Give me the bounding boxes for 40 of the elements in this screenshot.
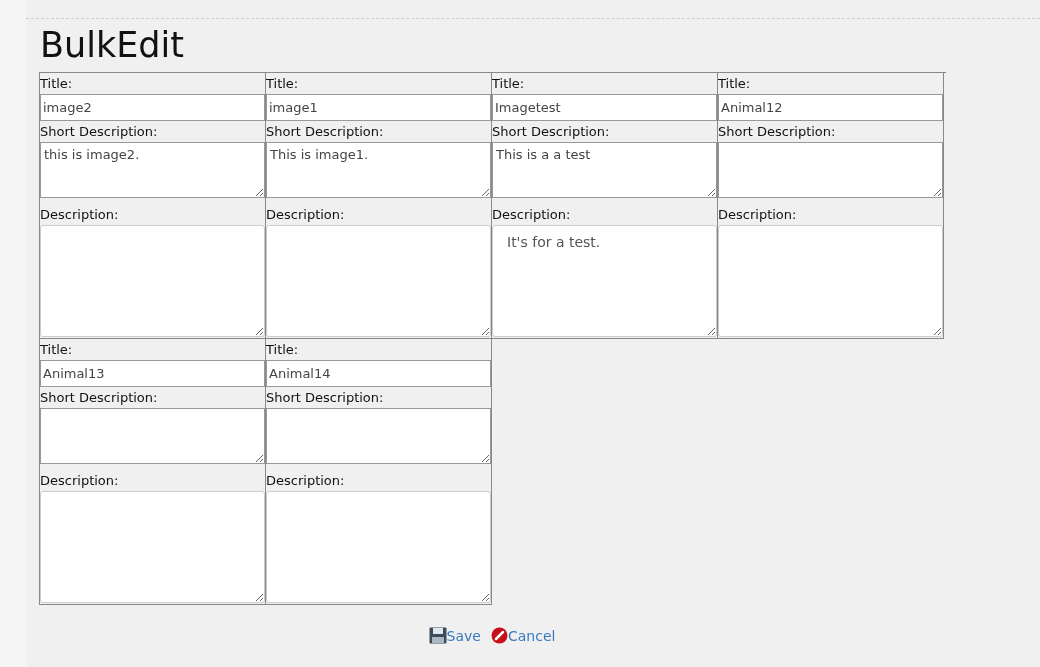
description-field[interactable] [718,225,943,337]
field-label: Description: [40,472,120,490]
short-description-field[interactable] [266,408,491,464]
field-label: Short Description: [266,389,385,407]
cancel-link[interactable]: Cancel [490,627,556,644]
short-description-field[interactable]: This is image1. [266,142,491,198]
field-label: Short Description: [266,123,385,141]
field-label: Short Description: [718,123,837,141]
description-field[interactable] [40,491,265,603]
field-label: Title: [266,75,300,93]
short-description-field[interactable]: this is image2. [40,142,265,198]
title-field[interactable]: Animal13 [40,360,265,387]
title-field[interactable]: Imagetest [492,94,717,121]
field-label: Title: [718,75,752,93]
title-field[interactable]: image1 [266,94,491,121]
description-field[interactable] [40,225,265,337]
field-label: Short Description: [40,123,159,141]
title-field[interactable]: Animal12 [718,94,943,121]
field-label: Title: [492,75,526,93]
field-label: Description: [40,206,120,224]
field-label: Short Description: [40,389,159,407]
title-field[interactable]: image2 [40,94,265,121]
field-label: Title: [40,341,74,359]
field-label: Description: [266,206,346,224]
short-description-field[interactable] [718,142,943,198]
description-field[interactable] [266,491,491,603]
page-title: BulkEdit [40,24,185,66]
short-description-field[interactable]: This is a a test [492,142,717,198]
description-field[interactable] [266,225,491,337]
short-description-field[interactable] [40,408,265,464]
field-label: Title: [40,75,74,93]
field-label: Description: [718,206,798,224]
description-field[interactable]: It's for a test. [492,225,717,337]
field-label: Title: [266,341,300,359]
field-label: Short Description: [492,123,611,141]
field-label: Description: [266,472,346,490]
title-field[interactable]: Animal14 [266,360,491,387]
save-link[interactable]: Save [428,627,481,644]
field-label: Description: [492,206,572,224]
cancel-icon [490,627,508,644]
